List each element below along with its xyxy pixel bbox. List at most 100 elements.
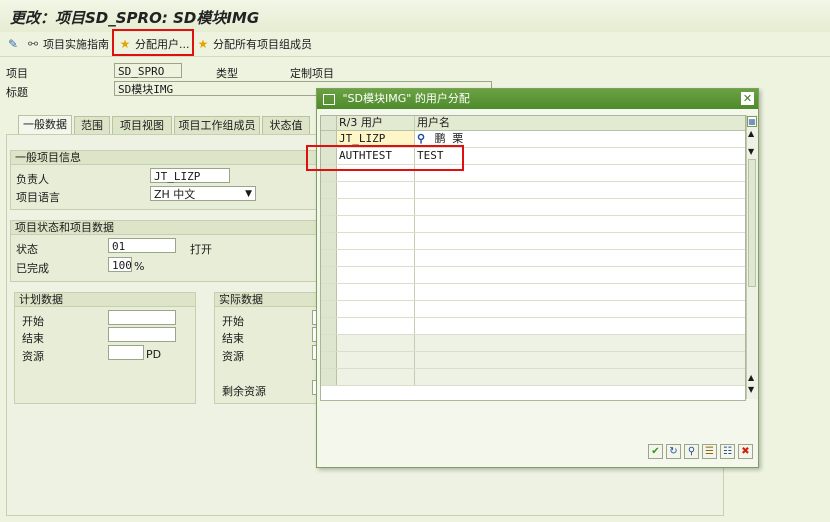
tab-team-members[interactable]: 项目工作组成员 (174, 116, 260, 134)
table-row[interactable] (321, 199, 745, 216)
plan-end-label: 结束 (22, 332, 44, 345)
implementation-guide-button[interactable]: ⚯ 项目实施指南 (26, 36, 109, 52)
row-selector[interactable] (321, 216, 337, 232)
row-selector[interactable] (321, 301, 337, 317)
username-cell (415, 199, 745, 215)
username-text: 鹏 栗 (434, 132, 464, 145)
select-all-cell[interactable] (321, 116, 337, 130)
plan-start-field[interactable] (108, 310, 176, 325)
link-icon: ⚯ (27, 37, 39, 51)
table-row[interactable] (321, 318, 745, 335)
percent-unit: % (134, 260, 145, 273)
row-selector[interactable] (321, 199, 337, 215)
tab-project-view[interactable]: 项目视图 (112, 116, 172, 134)
column-header-username[interactable]: 用户名 (415, 116, 745, 130)
row-selector[interactable] (321, 335, 337, 351)
refresh-button[interactable]: ↻ (666, 444, 681, 459)
scroll-down-icon[interactable]: ▼ (748, 385, 754, 394)
delete-row-button[interactable]: ☷ (720, 444, 735, 459)
table-row[interactable] (321, 284, 745, 301)
insert-row-icon: ☰ (705, 446, 714, 457)
star-assign-all-icon: ★ (197, 37, 209, 51)
scroll-down-icon[interactable]: ▼ (748, 147, 754, 156)
assign-all-members-button[interactable]: ★ 分配所有项目组成员 (196, 36, 312, 52)
tab-scope[interactable]: 范围 (74, 116, 110, 134)
user-cell[interactable] (337, 250, 415, 266)
table-header: R/3 用户 用户名 (321, 116, 745, 131)
dialog-window-icon (323, 93, 335, 105)
status-label: 状态 (16, 243, 38, 256)
plan-end-field[interactable] (108, 327, 176, 342)
owner-field[interactable]: JT_LIZP (150, 168, 230, 183)
confirm-button[interactable]: ✔ (648, 444, 663, 459)
plan-start-label: 开始 (22, 315, 44, 328)
username-cell: ⚲ 鹏 栗 (415, 131, 745, 147)
row-selector[interactable] (321, 182, 337, 198)
close-icon[interactable]: ✕ (741, 92, 754, 105)
project-field: SD_SPRO (114, 63, 182, 78)
table-row[interactable] (321, 267, 745, 284)
row-selector[interactable] (321, 267, 337, 283)
guide-icon: ✎ (7, 37, 19, 51)
completed-field[interactable]: 100 (108, 257, 132, 272)
owner-label: 负责人 (16, 173, 49, 186)
user-cell (337, 352, 415, 368)
type-value: 定制项目 (290, 67, 334, 80)
highlight-assign-users (112, 29, 194, 56)
row-selector[interactable] (321, 250, 337, 266)
dialog-title: "SD模块IMG" 的用户分配 (342, 92, 470, 105)
refresh-icon: ↻ (669, 446, 678, 457)
user-cell[interactable] (337, 284, 415, 300)
user-cell[interactable] (337, 216, 415, 232)
table-row[interactable] (321, 352, 745, 369)
username-cell (415, 216, 745, 232)
username-cell (415, 301, 745, 317)
insert-row-button[interactable]: ☰ (702, 444, 717, 459)
table-row[interactable] (321, 335, 745, 352)
username-cell (415, 335, 745, 351)
plan-resource-field[interactable] (108, 345, 144, 360)
window-title: 更改：项目SD_SPRO: SD模块IMG (10, 9, 260, 27)
scroll-up-icon[interactable]: ▲ (748, 373, 754, 382)
dropdown-icon[interactable]: ▼ (245, 187, 252, 202)
plan-data-title: 计划数据 (15, 293, 195, 307)
table-settings-icon[interactable]: ▦ (747, 116, 757, 127)
find-button[interactable]: ⚲ (684, 444, 699, 459)
user-cell (337, 335, 415, 351)
toolbar-label: 分配所有项目组成员 (213, 38, 312, 51)
actual-resource-label: 资源 (222, 350, 244, 363)
user-cell[interactable] (337, 301, 415, 317)
plan-resource-label: 资源 (22, 350, 44, 363)
user-cell[interactable] (337, 267, 415, 283)
username-cell: TEST (417, 149, 444, 162)
table-row[interactable] (321, 301, 745, 318)
row-selector[interactable] (321, 233, 337, 249)
tab-status-values[interactable]: 状态值 (262, 116, 310, 134)
actual-start-label: 开始 (222, 315, 244, 328)
row-selector[interactable] (321, 352, 337, 368)
guide-button[interactable]: ✎ (6, 36, 20, 52)
column-header-user[interactable]: R/3 用户 (337, 116, 415, 130)
row-selector[interactable] (321, 369, 337, 385)
table-row[interactable] (321, 182, 745, 199)
table-row[interactable] (321, 233, 745, 250)
user-cell[interactable] (337, 318, 415, 334)
row-selector[interactable] (321, 318, 337, 334)
table-row[interactable] (321, 216, 745, 233)
scroll-up-icon[interactable]: ▲ (748, 129, 754, 138)
status-field[interactable]: 01 (108, 238, 176, 253)
tab-general-data[interactable]: 一般数据 (18, 115, 72, 135)
row-selector[interactable] (321, 284, 337, 300)
user-cell[interactable] (337, 182, 415, 198)
username-cell (415, 182, 745, 198)
vertical-scrollbar[interactable]: ▦ ▲ ▼ ▲ ▼ (746, 115, 758, 399)
scroll-thumb[interactable] (748, 159, 756, 287)
cancel-button[interactable]: ✖ (738, 444, 753, 459)
username-cell (415, 284, 745, 300)
user-cell[interactable] (337, 233, 415, 249)
actual-data-title: 实际数据 (215, 293, 317, 307)
user-cell[interactable] (337, 199, 415, 215)
table-row[interactable] (321, 369, 745, 386)
table-row[interactable] (321, 250, 745, 267)
language-select[interactable]: ZH 中文 ▼ (150, 186, 256, 201)
